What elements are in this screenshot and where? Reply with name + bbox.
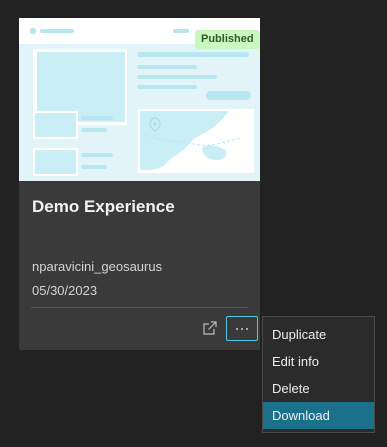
experience-card[interactable]: Published Demo Experience nparavicini_ge… (19, 18, 260, 350)
menu-item-edit-info[interactable]: Edit info (263, 348, 374, 375)
more-options-button[interactable] (226, 316, 258, 341)
owner-name: nparavicini_geosaurus (32, 259, 163, 274)
menu-item-download[interactable]: Download (263, 402, 374, 429)
thumbnail-preview[interactable]: Published (19, 18, 260, 181)
modified-date: 05/30/2023 (32, 283, 98, 298)
card-title[interactable]: Demo Experience (32, 197, 175, 217)
status-badge: Published (195, 30, 260, 49)
card-divider (31, 307, 248, 308)
more-horizontal-icon (236, 327, 248, 330)
open-external-icon[interactable] (201, 319, 219, 337)
menu-item-delete[interactable]: Delete (263, 375, 374, 402)
card-actions-menu: Duplicate Edit info Delete Download (262, 316, 375, 433)
menu-item-duplicate[interactable]: Duplicate (263, 321, 374, 348)
